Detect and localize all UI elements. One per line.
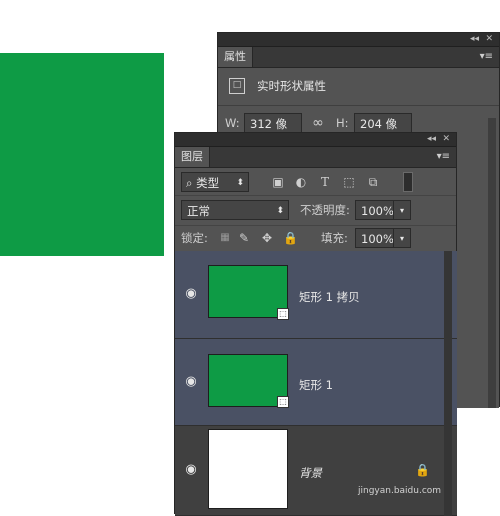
layer-thumbnail (208, 354, 288, 407)
lock-position-icon[interactable]: ✥ (260, 230, 274, 246)
smart-object-filter-icon[interactable]: ⧉ (366, 174, 380, 190)
layer-row[interactable]: ◉ ⬚ 矩形 1 (175, 339, 457, 426)
layer-thumbnail (208, 265, 288, 318)
layers-tabbar: 图层 ▾≡ (175, 147, 456, 168)
fill-field[interactable]: 100% ▾ (355, 228, 411, 248)
tab-layers[interactable]: 图层 (175, 147, 210, 167)
blend-mode-select[interactable]: 正常 ⬍ (181, 200, 289, 220)
panel-menu-icon[interactable]: ▾≡ (437, 151, 450, 162)
properties-tabbar: 属性 ▾≡ (218, 47, 499, 68)
search-icon: ⌕ (186, 176, 193, 190)
layer-list: ◉ ⬚ 矩形 1 拷贝 ◉ ⬚ 矩形 1 ◉ 背景 🔒 (175, 251, 457, 516)
stepper-icon: ⬍ (236, 178, 244, 188)
shape-icon: □ (229, 78, 245, 94)
width-field[interactable]: 312 像素 (244, 113, 302, 151)
scrollbar[interactable] (488, 118, 496, 408)
height-field[interactable]: 204 像素 (354, 113, 412, 151)
eye-icon[interactable]: ◉ (183, 374, 199, 389)
link-icon[interactable]: ∞ (309, 115, 327, 131)
close-icon[interactable]: ✕ (485, 33, 493, 46)
layer-name[interactable]: 背景 (299, 465, 322, 481)
fill-value: 100% (361, 232, 394, 246)
pixel-filter-icon[interactable]: ▣ (271, 174, 285, 190)
filter-toggle-switch[interactable] (403, 172, 413, 192)
close-icon[interactable]: ✕ (442, 133, 450, 146)
opacity-field[interactable]: 100% ▾ (355, 200, 411, 220)
lock-label: 锁定: (181, 231, 208, 245)
layers-panel: ◂◂ ✕ 图层 ▾≡ ⌕ 类型 ⬍ ▣ ◐ T ⬚ ⧉ 正常 ⬍ 不透明度: 1… (174, 132, 457, 516)
layers-panel-strip: ◂◂ ✕ (175, 133, 456, 147)
filter-kind-select[interactable]: ⌕ 类型 ⬍ (181, 172, 249, 192)
collapse-icon[interactable]: ◂◂ (427, 133, 436, 146)
stepper-icon: ⬍ (276, 206, 284, 216)
tab-properties[interactable]: 属性 (218, 47, 253, 67)
lock-icon: 🔒 (415, 463, 430, 477)
eye-icon[interactable]: ◉ (183, 462, 199, 477)
filter-kind-value: 类型 (196, 176, 220, 190)
width-label: W: (225, 116, 240, 130)
vector-mask-icon: ⬚ (277, 308, 289, 320)
lock-all-icon[interactable]: 🔒 (283, 230, 298, 246)
collapse-icon[interactable]: ◂◂ (470, 33, 479, 46)
eye-icon[interactable]: ◉ (183, 286, 199, 301)
opacity-value: 100% (361, 204, 394, 218)
watermark-text: jingyan.baidu.com (358, 486, 442, 496)
layer-name[interactable]: 矩形 1 (299, 377, 333, 393)
layer-thumbnail (208, 429, 288, 509)
lock-brush-icon[interactable]: ✎ (237, 230, 251, 246)
layer-row[interactable]: ◉ ⬚ 矩形 1 拷贝 (175, 251, 457, 339)
height-label: H: (336, 116, 349, 130)
vector-mask-icon: ⬚ (277, 396, 289, 408)
shape-properties-label: 实时形状属性 (257, 79, 326, 93)
opacity-label: 不透明度: (300, 203, 350, 217)
layer-row[interactable]: ◉ 背景 🔒 (175, 426, 457, 516)
layers-scrollbar[interactable] (444, 251, 452, 516)
layer-name[interactable]: 矩形 1 拷贝 (299, 289, 360, 305)
dropdown-arrow-icon[interactable]: ▾ (393, 201, 410, 219)
canvas-green-rectangle (0, 53, 164, 256)
adjustment-filter-icon[interactable]: ◐ (294, 174, 308, 190)
panel-menu-icon[interactable]: ▾≡ (480, 51, 493, 62)
type-filter-icon[interactable]: T (318, 174, 332, 190)
fill-label: 填充: (321, 231, 348, 245)
blend-mode-value: 正常 (187, 204, 210, 218)
lock-transparency-icon[interactable]: ▦ (219, 230, 231, 246)
layers-toolbar: ⌕ 类型 ⬍ ▣ ◐ T ⬚ ⧉ 正常 ⬍ 不透明度: 100% ▾ 锁定: ▦… (175, 168, 456, 251)
dropdown-arrow-icon[interactable]: ▾ (393, 229, 410, 247)
properties-panel-strip: ◂◂ ✕ (218, 33, 499, 47)
shape-filter-icon[interactable]: ⬚ (342, 174, 356, 190)
